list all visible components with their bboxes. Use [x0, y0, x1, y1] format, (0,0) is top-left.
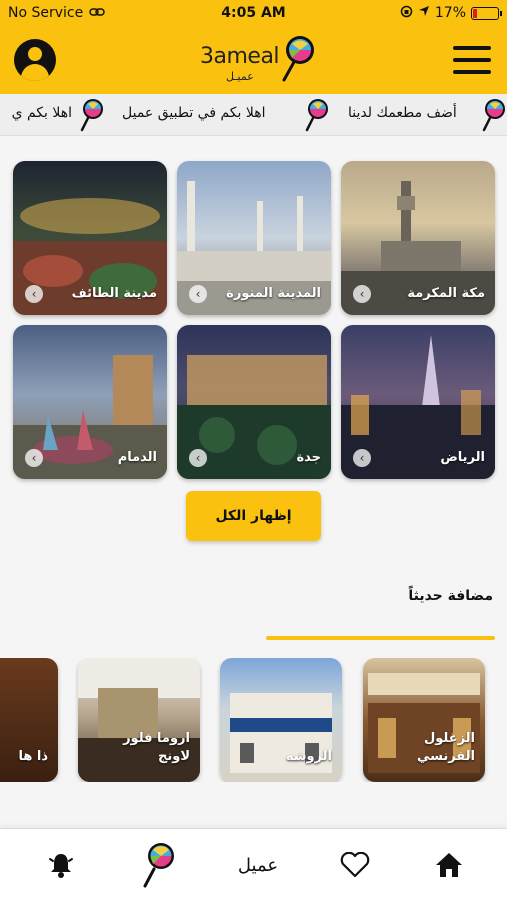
hamburger-menu-button[interactable]	[453, 46, 491, 74]
lollipop-icon	[143, 843, 174, 888]
logo-latin-text: 3ameal	[200, 44, 280, 69]
battery-icon	[471, 6, 502, 20]
nav-lollipop[interactable]	[138, 841, 178, 889]
restaurant-label: الروشه	[285, 748, 332, 764]
nav-notifications[interactable]	[44, 847, 78, 883]
logo-arabic-text: عميـل	[226, 70, 254, 83]
nav-ameel[interactable]: عميل	[228, 847, 288, 883]
nav-center-label: عميل	[237, 854, 279, 876]
lollipop-icon	[305, 99, 328, 132]
chevron-left-icon: ‹	[353, 449, 371, 467]
restaurant-card[interactable]: الزغلول الفرنسي	[363, 658, 485, 782]
bottom-navigation: عميل	[0, 828, 507, 900]
carrier-text: No Service	[8, 5, 84, 21]
marquee-item: أضف مطعمك لدينا	[348, 105, 457, 121]
restaurant-card[interactable]: ذا ها	[0, 658, 58, 782]
city-label: جدة	[296, 449, 321, 465]
lollipop-logo-icon	[282, 36, 314, 82]
city-label: الرياض	[440, 449, 485, 465]
chevron-left-icon: ‹	[189, 285, 207, 303]
announcement-marquee: أضف مطعمك لدينا اهلا بكم في تطبيق عميل ا…	[0, 94, 507, 136]
nav-favorites[interactable]	[338, 847, 372, 883]
nav-home[interactable]	[432, 847, 466, 883]
city-label: المدينة المنورة	[226, 285, 321, 301]
city-label: مكة المكرمة	[407, 285, 485, 301]
city-card-makkah[interactable]: مكة المكرمة ‹	[341, 161, 495, 315]
profile-avatar-button[interactable]	[14, 39, 56, 81]
marquee-item: اهلا بكم في تطبيق عميل	[122, 105, 266, 121]
city-card-jeddah[interactable]: جدة ‹	[177, 325, 331, 479]
city-label: الدمام	[117, 449, 157, 465]
chevron-left-icon: ‹	[189, 449, 207, 467]
chevron-left-icon: ‹	[25, 449, 43, 467]
show-all-button[interactable]: إظهار الكل	[186, 491, 321, 541]
city-card-taif[interactable]: مدينة الطائف ‹	[13, 161, 167, 315]
chevron-left-icon: ‹	[25, 285, 43, 303]
recently-added-title: مضافة حديثاً	[408, 588, 493, 604]
restaurant-card[interactable]: الروشه	[220, 658, 342, 782]
location-arrow-icon	[418, 5, 430, 21]
app-header: 3ameal عميـل	[0, 26, 507, 94]
lock-rotation-icon	[400, 5, 413, 22]
bell-icon	[49, 854, 73, 878]
restaurant-card[interactable]: اروما فلور لاونج	[78, 658, 200, 782]
battery-percent: 17%	[434, 5, 466, 21]
section-underline	[266, 636, 495, 640]
city-card-riyadh[interactable]: الرياض ‹	[341, 325, 495, 479]
cities-grid: مكة المكرمة ‹ المدينة المنورة ‹ مدينة ال…	[13, 161, 495, 479]
recently-added-carousel[interactable]: الزغلول الفرنسي الروشه اروما فلور لاونج …	[0, 658, 507, 782]
restaurant-label: ذا ها	[18, 748, 48, 764]
restaurant-label: اروما فلور لاونج	[123, 730, 190, 764]
status-bar: No Service 4:05 AM 17%	[0, 0, 507, 26]
marquee-item: اهلا بكم ي	[11, 105, 72, 121]
city-card-madinah[interactable]: المدينة المنورة ‹	[177, 161, 331, 315]
heart-icon	[340, 852, 370, 878]
chevron-left-icon: ‹	[353, 285, 371, 303]
city-label: مدينة الطائف	[71, 285, 157, 301]
city-card-dammam[interactable]: الدمام ‹	[13, 325, 167, 479]
lollipop-icon	[482, 99, 505, 132]
home-icon	[436, 853, 462, 877]
app-logo: 3ameal عميـل	[196, 32, 316, 88]
link-icon	[89, 5, 105, 21]
lollipop-icon	[80, 99, 103, 132]
restaurant-label: الزغلول الفرنسي	[416, 730, 475, 764]
